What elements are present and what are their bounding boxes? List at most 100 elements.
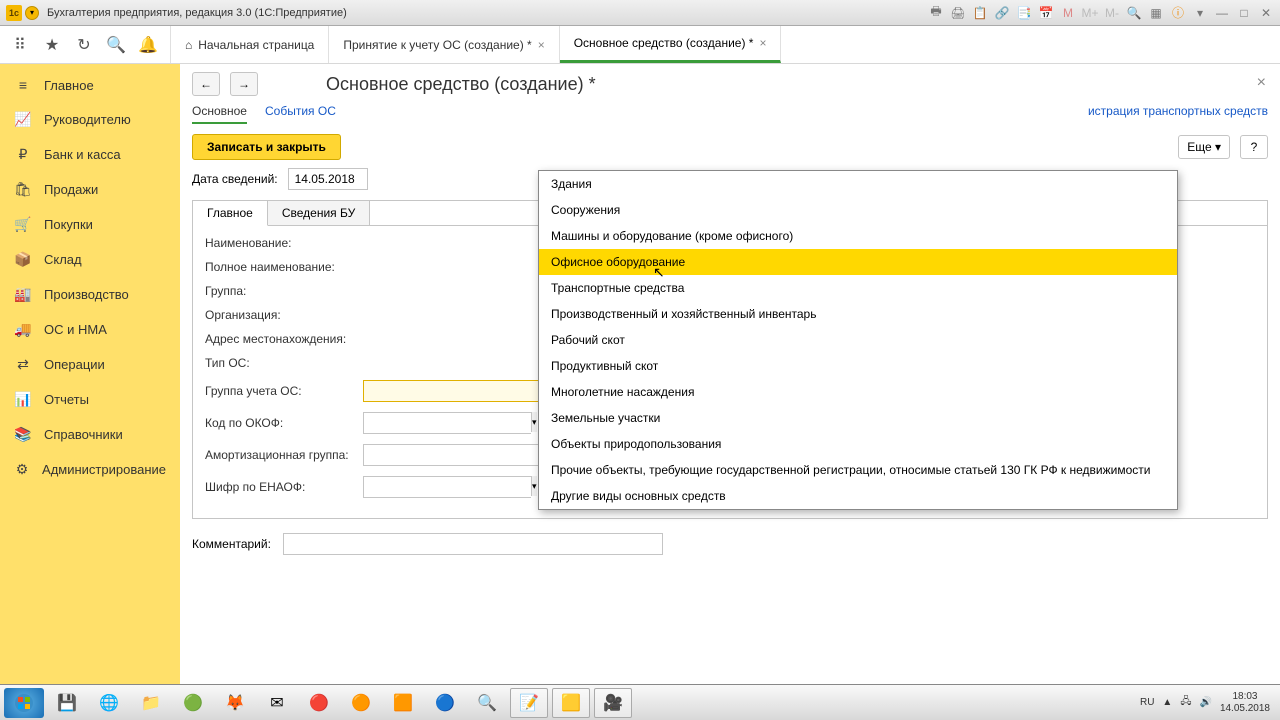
dropdown-item[interactable]: Транспортные средства [539,275,1177,301]
enaof-combo[interactable] [363,476,531,498]
task-explorer[interactable]: 📁 [132,688,170,718]
info-icon[interactable]: ⓘ [1170,5,1186,21]
sidebar-item-manager[interactable]: 📈Руководителю [0,102,180,137]
dropdown-item-highlighted[interactable]: Офисное оборудование [539,249,1177,275]
sidebar-item-sales[interactable]: 🛍Продажи [0,172,180,207]
task-recorder[interactable]: 🎥 [594,688,632,718]
task-opera[interactable]: 🔴 [300,688,338,718]
sidebar-item-label: Руководителю [44,112,131,127]
help-button[interactable]: ? [1240,135,1268,159]
dropdown-item[interactable]: Объекты природопользования [539,431,1177,457]
date-field[interactable] [288,168,368,190]
task-ie[interactable]: 🌐 [90,688,128,718]
sidebar-item-label: ОС и НМА [44,322,107,337]
close-tab-icon[interactable]: × [538,38,545,52]
sidebar-item-references[interactable]: 📚Справочники [0,417,180,452]
sidebar-item-warehouse[interactable]: 📦Склад [0,242,180,277]
sidebar-item-bank[interactable]: ₽Банк и касса [0,137,180,172]
combo-dropdown-icon[interactable]: ▾ [531,476,537,496]
sidebar-item-label: Банк и касса [44,147,121,162]
dropdown-item[interactable]: Сооружения [539,197,1177,223]
sidebar-item-reports[interactable]: 📊Отчеты [0,382,180,417]
sidebar-item-operations[interactable]: ⇄Операции [0,347,180,382]
sidebar-item-assets[interactable]: 🚚ОС и НМА [0,312,180,347]
dropdown-item[interactable]: Здания [539,171,1177,197]
dropdown-item[interactable]: Другие виды основных средств [539,483,1177,509]
nav-back-button[interactable]: ← [192,72,220,96]
app-menu-dropdown[interactable]: ▾ [25,6,39,20]
combo-dropdown-icon[interactable]: ▾ [531,412,537,432]
label-okof: Код по ОКОФ: [205,416,355,430]
subtab-main[interactable]: Основное [192,104,247,124]
minitab-main[interactable]: Главное [193,201,268,226]
sidebar-item-label: Покупки [44,217,93,232]
tray-icon[interactable]: 🔊 [1199,697,1211,708]
sys-icon[interactable]: 📅 [1038,5,1054,21]
task-vk[interactable]: 🔵 [426,688,464,718]
page-close-icon[interactable]: × [1257,74,1266,92]
system-tray[interactable]: RU ▲ 🖧 🔊 18:03 14.05.2018 [1134,691,1276,715]
task-yandex[interactable]: 🔍 [468,688,506,718]
sys-icon[interactable]: M+ [1082,5,1098,21]
sidebar-item-label: Склад [44,252,82,267]
sidebar-item-label: Администрирование [42,462,166,477]
sys-icon[interactable]: 🖨 [950,5,966,21]
tab-accept-asset[interactable]: Принятие к учету ОС (создание) * × [329,26,559,63]
apps-icon[interactable]: ⠿ [10,35,30,55]
sys-dropdown-icon[interactable]: ▾ [1192,5,1208,21]
dropdown-item[interactable]: Рабочий скот [539,327,1177,353]
okof-combo[interactable] [363,412,531,434]
panel-icon[interactable]: ▦ [1148,5,1164,21]
sys-icon[interactable]: M [1060,5,1076,21]
dropdown-item[interactable]: Прочие объекты, требующие государственно… [539,457,1177,483]
comment-field[interactable] [283,533,663,555]
task-mailru[interactable]: ✉ [258,688,296,718]
close-button[interactable]: ✕ [1258,5,1274,21]
subtab-events[interactable]: События ОС [265,104,336,124]
tray-icon[interactable]: 🖧 [1180,694,1191,711]
sys-icon[interactable]: 🔗 [994,5,1010,21]
tab-fixed-asset[interactable]: Основное средство (создание) * × [560,26,782,63]
window-title: Бухгалтерия предприятия, редакция 3.0 (1… [47,7,928,19]
history-icon[interactable]: ↻ [74,35,94,55]
sys-icon[interactable]: 🖶 [928,5,944,21]
sidebar-item-purchases[interactable]: 🛒Покупки [0,207,180,242]
close-tab-icon[interactable]: × [759,36,766,50]
task-app[interactable]: 🟠 [342,688,380,718]
bell-icon[interactable]: 🔔 [138,35,158,55]
nav-forward-button[interactable]: → [230,72,258,96]
dropdown-item[interactable]: Производственный и хозяйственный инвента… [539,301,1177,327]
task-totalcmd[interactable]: 💾 [48,688,86,718]
tab-home[interactable]: ⌂ Начальная страница [170,26,329,63]
sidebar-item-admin[interactable]: ⚙Администрирование [0,452,180,487]
clock[interactable]: 18:03 14.05.2018 [1220,691,1270,715]
maximize-button[interactable]: □ [1236,5,1252,21]
dropdown-item[interactable]: Продуктивный скот [539,353,1177,379]
sidebar-item-production[interactable]: 🏭Производство [0,277,180,312]
task-notepad[interactable]: 📝 [510,688,548,718]
search-icon[interactable]: 🔍 [106,35,126,55]
dropdown-item[interactable]: Машины и оборудование (кроме офисного) [539,223,1177,249]
task-firefox[interactable]: 🦊 [216,688,254,718]
sidebar-item-main[interactable]: ≡Главное [0,68,180,102]
star-icon[interactable]: ★ [42,35,62,55]
start-button[interactable] [4,688,44,718]
task-1c[interactable]: 🟨 [552,688,590,718]
vehicle-reg-link[interactable]: истрация транспортных средств [1088,104,1268,124]
dropdown-item[interactable]: Земельные участки [539,405,1177,431]
minitab-bu[interactable]: Сведения БУ [268,201,370,225]
dropdown-item[interactable]: Многолетние насаждения [539,379,1177,405]
barchart-icon: 📊 [14,391,32,408]
more-button[interactable]: Еще ▾ [1178,135,1230,159]
save-close-button[interactable]: Записать и закрыть [192,134,341,160]
sys-icon[interactable]: 📑 [1016,5,1032,21]
lang-indicator[interactable]: RU [1140,697,1154,708]
task-chrome[interactable]: 🟢 [174,688,212,718]
minimize-button[interactable]: — [1214,5,1230,21]
zoom-icon[interactable]: 🔍 [1126,5,1142,21]
task-ok[interactable]: 🟧 [384,688,422,718]
sys-icon[interactable]: M- [1104,5,1120,21]
clock-time: 18:03 [1220,691,1270,703]
sys-icon[interactable]: 📋 [972,5,988,21]
tray-icon[interactable]: ▲ [1162,697,1172,708]
